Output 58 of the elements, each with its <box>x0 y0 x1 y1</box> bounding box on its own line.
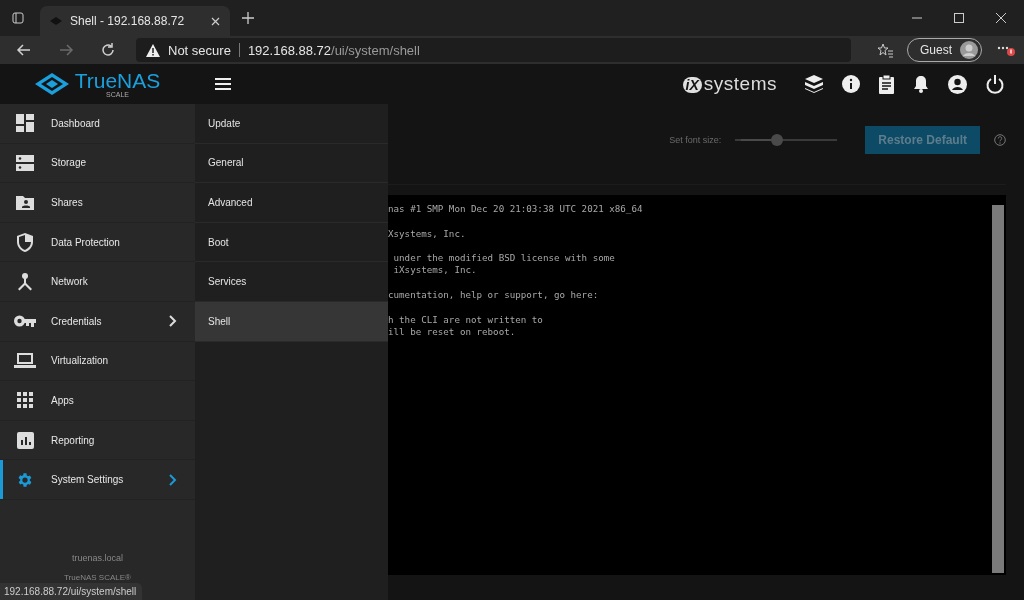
sidebar-item[interactable]: Data Protection <box>0 222 195 263</box>
submenu-item[interactable]: Shell <box>195 301 388 342</box>
help-icon[interactable] <box>994 134 1006 146</box>
close-icon[interactable] <box>996 13 1006 23</box>
terminal-line: iXsystems, Inc. <box>392 264 478 277</box>
stacked-layers-icon[interactable] <box>805 75 823 93</box>
font-size-label: Set font size: <box>669 135 722 145</box>
logo-icon <box>34 73 69 95</box>
avatar-icon <box>960 41 978 59</box>
sidebar-item[interactable]: System Settings <box>0 460 195 500</box>
account-icon[interactable] <box>948 74 967 94</box>
brand-name: TrueNAS <box>74 70 161 91</box>
security-label: Not secure <box>168 42 231 58</box>
status-url: 192.168.88.72/ui/system/shell <box>0 583 143 600</box>
sidebar-item[interactable]: Reporting <box>0 420 195 461</box>
slider-thumb[interactable] <box>771 134 784 146</box>
terminal-line: Xsystems, Inc. <box>388 227 467 240</box>
address-bar[interactable]: Not secure 192.168.88.72/ui/system/shell <box>136 38 851 62</box>
browser-tab[interactable]: Shell - 192.168.88.72 <box>40 6 230 36</box>
product-label: TrueNAS SCALE® <box>64 573 131 582</box>
scrollbar[interactable] <box>992 205 1004 573</box>
terminal-line: under the modified BSD license with some <box>392 252 616 265</box>
new-tab-icon[interactable] <box>242 12 254 24</box>
close-icon[interactable] <box>211 16 220 26</box>
sidebar-item[interactable]: Credentials <box>0 301 195 342</box>
warning-icon <box>146 43 160 57</box>
partner-logo: systems <box>703 73 777 95</box>
bell-icon[interactable] <box>913 75 929 93</box>
terminal-line: nas #1 SMP Mon Dec 20 21:03:38 UTC 2021 x86_64 <box>388 203 644 216</box>
favicon-icon <box>50 17 62 25</box>
partner-mark: iX <box>682 77 702 93</box>
terminal[interactable] <box>388 195 1006 575</box>
terminal-line: cumentation, help or support, go here: <box>388 289 600 302</box>
menu-icon[interactable] <box>215 78 231 90</box>
laptop-icon <box>14 351 36 371</box>
clipboard-icon[interactable] <box>879 74 894 94</box>
sidebar-item[interactable]: Dashboard <box>0 104 195 144</box>
dashboard-icon <box>14 113 36 133</box>
terminal-line: ill be reset on reboot. <box>388 325 517 339</box>
info-icon[interactable] <box>842 75 860 93</box>
chevron-icon <box>169 315 177 328</box>
maximize-icon[interactable] <box>954 13 964 23</box>
storage-icon <box>14 153 36 173</box>
sidebar-item[interactable]: Storage <box>0 143 195 184</box>
shield-icon <box>14 232 36 252</box>
chevron-icon <box>169 473 177 486</box>
apps-icon <box>14 390 36 410</box>
sidebar-item[interactable]: Shares <box>0 183 195 223</box>
hostname-label: truenas.local <box>72 553 123 563</box>
reload-icon[interactable] <box>100 42 116 58</box>
back-icon[interactable] <box>16 42 32 58</box>
tab-actions-icon[interactable] <box>12 12 24 24</box>
shares-icon <box>14 193 36 212</box>
power-icon[interactable] <box>986 74 1004 94</box>
chart-icon <box>14 430 36 450</box>
url-text: 192.168.88.72/ui/system/shell <box>247 42 420 58</box>
terminal-line: h the CLI are not written to <box>388 313 544 326</box>
favorites-icon[interactable] <box>877 42 893 58</box>
